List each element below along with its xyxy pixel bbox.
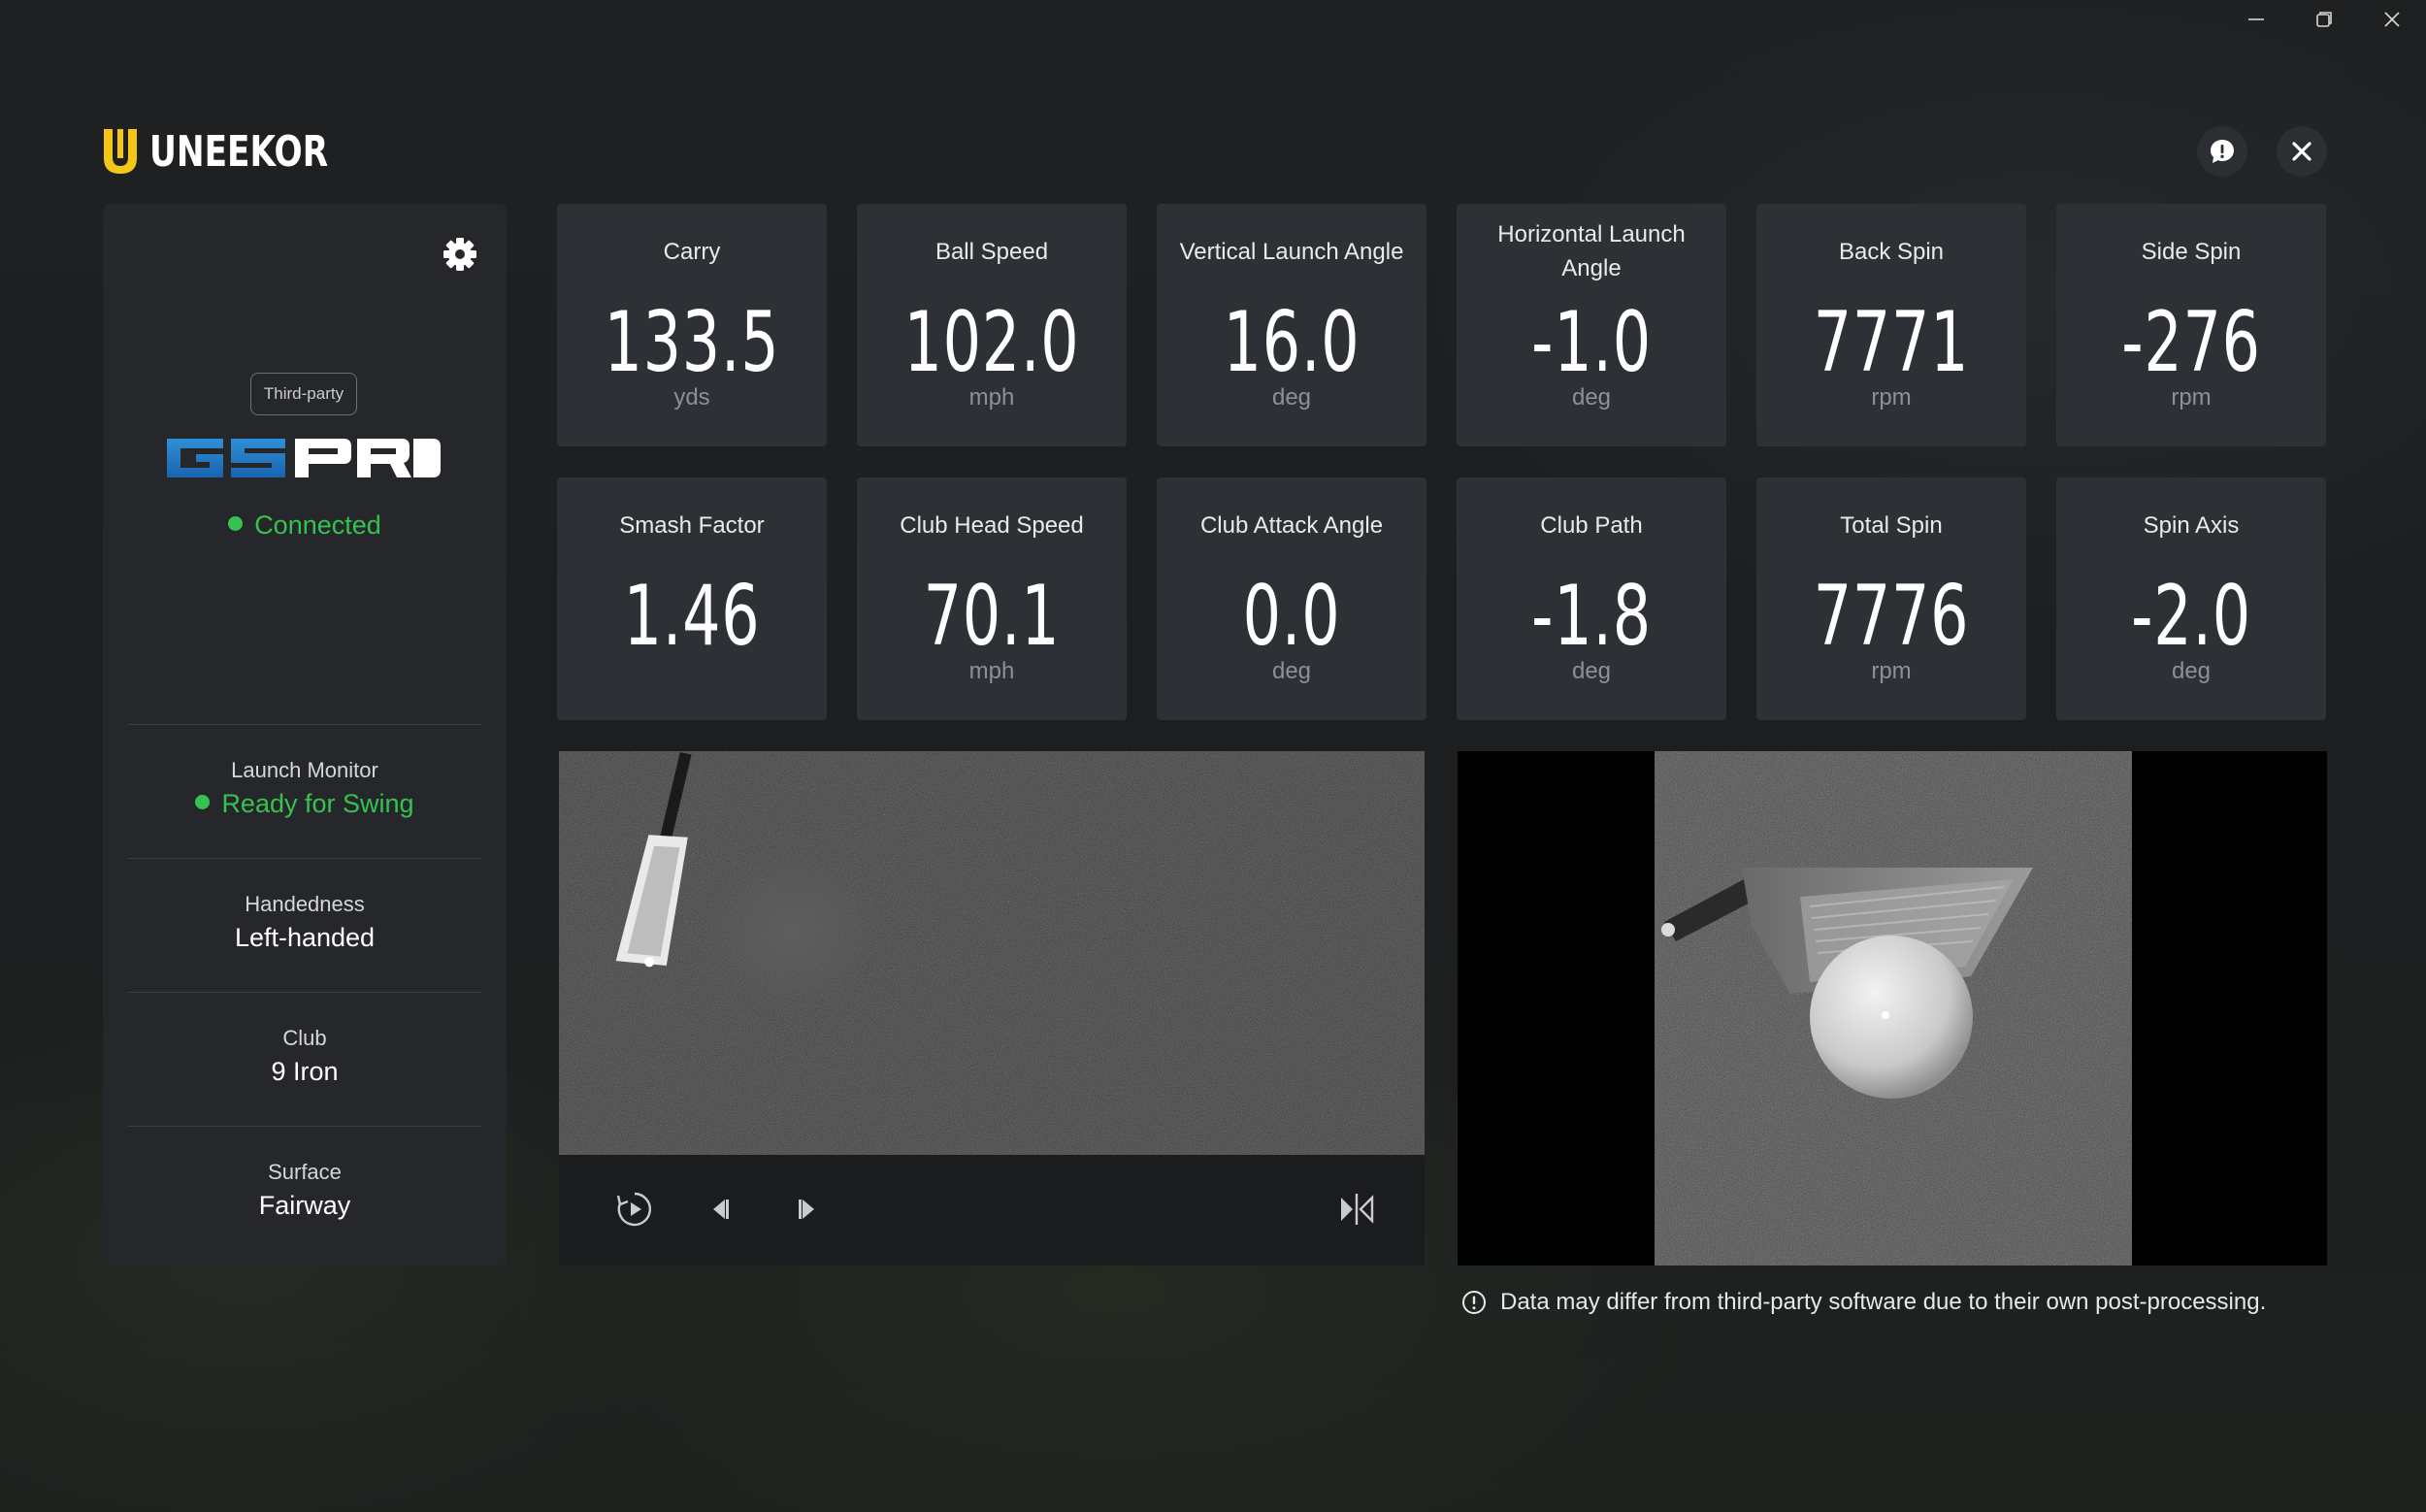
flip-horizontal-icon [1341,1194,1374,1225]
connection-status: Connected [103,510,507,541]
brand-name: UNEEKOR [149,126,329,177]
metric-tile-horizontal-launch-angle: Horizontal Launch Angle -1.0 deg [1457,204,1726,446]
restore-icon [2316,12,2332,27]
metric-label: Carry [663,238,721,265]
connection-sidebar: Third-party Connected Launch Monitor Rea… [103,204,507,1265]
metric-unit: deg [2171,658,2212,684]
flip-view-button[interactable] [1333,1186,1380,1233]
metric-tile-club-path: Club Path -1.8 deg [1457,477,1726,720]
window-close-button[interactable] [2358,0,2426,39]
handedness-info: Handedness Left-handed [128,858,481,992]
metric-label: Back Spin [1838,238,1945,265]
club-video-frame [559,751,1425,1155]
launch-monitor-info: Launch Monitor Ready for Swing [128,724,481,858]
metric-label: Club Head Speed [900,511,1084,539]
metric-value: -2.0 [2131,568,2251,665]
metric-tile-side-spin: Side Spin -276 rpm [2056,204,2326,446]
metric-unit: mph [968,658,1015,684]
metric-label: Vertical Launch Angle [1179,238,1404,265]
restore-button[interactable] [2290,0,2358,39]
metric-unit: rpm [1871,658,1912,684]
metric-value: 1.46 [623,568,761,665]
club-video-view[interactable] [559,751,1425,1155]
metric-value: 102.0 [903,294,1080,391]
settings-gear-icon[interactable] [441,235,479,274]
metric-tile-spin-axis: Spin Axis -2.0 deg [2056,477,2326,720]
video-controls [559,1155,1425,1265]
metric-tile-club-head-speed: Club Head Speed 70.1 mph [857,477,1127,720]
metric-value: 7776 [1813,568,1970,665]
metric-unit: yds [673,384,710,411]
metric-value: 16.0 [1223,294,1361,391]
close-icon [2384,12,2400,27]
replay-icon [616,1192,651,1227]
connection-status-text: Connected [254,510,381,540]
metric-label: Club Attack Angle [1199,511,1384,539]
metric-value: 7771 [1813,294,1970,391]
previous-frame-icon [713,1200,729,1219]
metric-tile-smash-factor: Smash Factor 1.46 [557,477,827,720]
metric-label: Smash Factor [619,511,765,539]
metric-value: -1.0 [1531,294,1652,391]
next-frame-button[interactable] [784,1186,831,1233]
metric-tile-ball-speed: Ball Speed 102.0 mph [857,204,1127,446]
metric-label: Horizontal Launch Angle [1497,221,1686,281]
surface-value: Fairway [258,1191,351,1220]
handedness-value: Left-handed [234,923,376,952]
metric-tile-carry: Carry 133.5 yds [557,204,827,446]
minimize-icon [2248,18,2264,20]
close-icon [2292,142,2311,161]
metric-tile-total-spin: Total Spin 7776 rpm [1756,477,2026,720]
status-dot-icon [195,795,211,810]
info-circle-icon [1462,1291,1486,1314]
metric-label: Side Spin [2141,238,2242,265]
metric-value: -276 [2121,294,2261,391]
metric-value: 70.1 [923,568,1061,665]
launch-monitor-label: Launch Monitor [231,758,378,782]
metric-unit: deg [1571,658,1612,684]
metric-unit: mph [968,384,1015,411]
data-disclaimer: Data may differ from third-party softwar… [1461,1289,2266,1316]
club-value: 9 Iron [271,1057,339,1086]
minimize-button[interactable] [2222,0,2290,39]
metric-unit: rpm [2171,384,2212,411]
surface-info: Surface Fairway [128,1126,481,1260]
window-controls [2222,0,2426,39]
disclaimer-text: Data may differ from third-party softwar… [1500,1289,2267,1315]
metric-unit: deg [1271,658,1312,684]
next-frame-icon [799,1200,814,1219]
metric-value: 0.0 [1242,568,1341,665]
metric-label: Total Spin [1840,511,1943,539]
metric-label: Club Path [1540,511,1643,539]
close-panel-button[interactable] [2277,126,2327,177]
metric-value: 133.5 [604,294,780,391]
club-label: Club [282,1026,327,1050]
metric-label: Spin Axis [2143,511,2240,539]
feedback-icon [2211,140,2234,163]
club-info: Club 9 Iron [128,992,481,1126]
third-party-badge: Third-party [250,373,357,415]
feedback-button[interactable] [2197,126,2247,177]
status-dot-icon [228,516,244,532]
ball-impact-frame [1655,751,2132,1265]
surface-label: Surface [268,1160,342,1184]
ball-video-view[interactable] [1458,751,2327,1265]
launch-monitor-status-text: Ready for Swing [221,789,414,818]
metric-tile-club-attack-angle: Club Attack Angle 0.0 deg [1157,477,1426,720]
metric-tile-vertical-launch-angle: Vertical Launch Angle 16.0 deg [1157,204,1426,446]
metric-label: Ball Speed [934,238,1049,265]
brand-logo: UNEEKOR [101,126,378,177]
metric-unit: rpm [1871,384,1912,411]
metric-unit: deg [1271,384,1312,411]
metric-tile-back-spin: Back Spin 7771 rpm [1756,204,2026,446]
gspro-logo [167,439,441,477]
uneekor-logo-icon [104,129,137,174]
launch-monitor-status: Ready for Swing [128,789,481,819]
handedness-label: Handedness [245,892,365,916]
previous-frame-button[interactable] [697,1186,743,1233]
replay-button[interactable] [611,1186,658,1233]
metric-value: -1.8 [1531,568,1652,665]
metric-unit: deg [1571,384,1612,411]
